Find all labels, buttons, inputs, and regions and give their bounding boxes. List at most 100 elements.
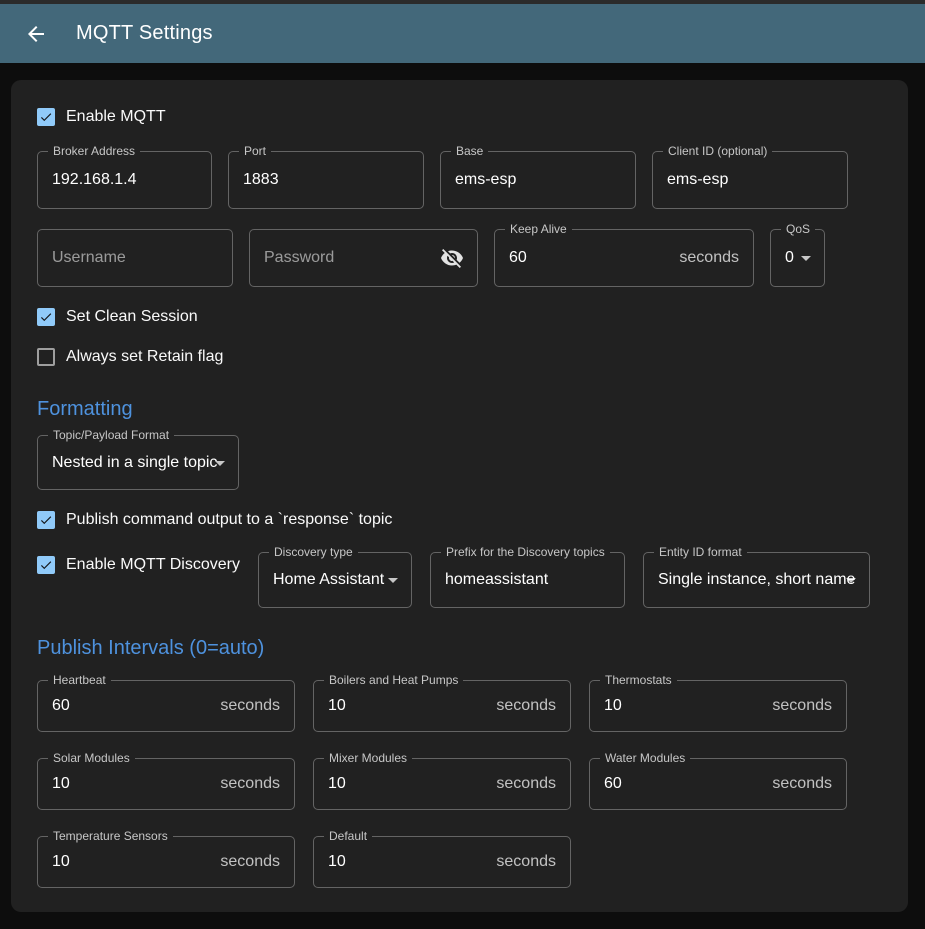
username-field bbox=[37, 229, 233, 287]
enable-mqtt-row: Enable MQTT bbox=[37, 107, 882, 127]
port-input[interactable] bbox=[229, 152, 423, 208]
solar-modules-label: Solar Modules bbox=[48, 751, 135, 766]
discovery-row: Enable MQTT Discovery Discovery type Hom… bbox=[37, 552, 882, 608]
password-field bbox=[249, 229, 478, 287]
intervals-grid: Heartbeat seconds Boilers and Heat Pumps… bbox=[37, 680, 882, 888]
clean-session-checkbox[interactable] bbox=[37, 308, 55, 326]
client-id-label: Client ID (optional) bbox=[663, 144, 772, 159]
checkmark-icon bbox=[39, 512, 53, 528]
heartbeat-field: Heartbeat seconds bbox=[37, 680, 295, 732]
back-button[interactable] bbox=[24, 22, 48, 46]
retain-flag-checkbox[interactable] bbox=[37, 348, 55, 366]
topic-payload-format-value: Nested in a single topic bbox=[38, 454, 217, 472]
broker-address-input[interactable] bbox=[38, 152, 211, 208]
discovery-type-select[interactable]: Discovery type Home Assistant bbox=[258, 552, 412, 608]
discovery-prefix-label: Prefix for the Discovery topics bbox=[441, 545, 610, 560]
water-modules-input[interactable] bbox=[590, 759, 772, 809]
boilers-label: Boilers and Heat Pumps bbox=[324, 673, 463, 688]
heartbeat-input[interactable] bbox=[38, 681, 220, 731]
checkmark-icon bbox=[39, 557, 53, 573]
thermostats-unit: seconds bbox=[772, 697, 846, 715]
keep-alive-field: Keep Alive seconds bbox=[494, 229, 754, 287]
thermostats-input[interactable] bbox=[590, 681, 772, 731]
clean-session-row: Set Clean Session bbox=[37, 307, 882, 327]
base-label: Base bbox=[451, 144, 488, 159]
enable-discovery-checkbox[interactable] bbox=[37, 556, 55, 574]
water-modules-label: Water Modules bbox=[600, 751, 690, 766]
default-interval-label: Default bbox=[324, 829, 372, 844]
port-label: Port bbox=[239, 144, 271, 159]
thermostats-field: Thermostats seconds bbox=[589, 680, 847, 732]
mixer-modules-field: Mixer Modules seconds bbox=[313, 758, 571, 810]
chevron-down-icon bbox=[839, 568, 863, 592]
mixer-modules-input[interactable] bbox=[314, 759, 496, 809]
password-input[interactable] bbox=[250, 230, 440, 286]
app-header: MQTT Settings bbox=[0, 4, 925, 63]
topic-format-row: Topic/Payload Format Nested in a single … bbox=[37, 435, 882, 490]
topic-payload-format-label: Topic/Payload Format bbox=[48, 428, 174, 443]
boilers-field: Boilers and Heat Pumps seconds bbox=[313, 680, 571, 732]
water-modules-unit: seconds bbox=[772, 775, 846, 793]
checkmark-icon bbox=[39, 309, 53, 325]
water-modules-field: Water Modules seconds bbox=[589, 758, 847, 810]
retain-flag-label: Always set Retain flag bbox=[66, 348, 223, 366]
client-id-field: Client ID (optional) bbox=[652, 151, 848, 209]
discovery-type-value: Home Assistant bbox=[259, 571, 384, 589]
qos-label: QoS bbox=[781, 222, 815, 237]
broker-address-field: Broker Address bbox=[37, 151, 212, 209]
default-interval-unit: seconds bbox=[496, 853, 570, 871]
enable-mqtt-label: Enable MQTT bbox=[66, 108, 166, 126]
solar-modules-input[interactable] bbox=[38, 759, 220, 809]
entity-id-format-label: Entity ID format bbox=[654, 545, 747, 560]
mixer-modules-unit: seconds bbox=[496, 775, 570, 793]
discovery-type-label: Discovery type bbox=[269, 545, 358, 560]
client-id-input[interactable] bbox=[653, 152, 847, 208]
clean-session-label: Set Clean Session bbox=[66, 308, 198, 326]
enable-mqtt-checkbox[interactable] bbox=[37, 108, 55, 126]
checkmark-icon bbox=[39, 109, 53, 125]
publish-intervals-heading: Publish Intervals (0=auto) bbox=[37, 636, 882, 660]
publish-response-checkbox[interactable] bbox=[37, 511, 55, 529]
temperature-sensors-input[interactable] bbox=[38, 837, 220, 887]
base-input[interactable] bbox=[441, 152, 635, 208]
qos-select[interactable]: QoS 0 bbox=[770, 229, 825, 287]
entity-id-format-select[interactable]: Entity ID format Single instance, short … bbox=[643, 552, 870, 608]
qos-value: 0 bbox=[771, 249, 794, 267]
boilers-unit: seconds bbox=[496, 697, 570, 715]
solar-modules-unit: seconds bbox=[220, 775, 294, 793]
mixer-modules-label: Mixer Modules bbox=[324, 751, 412, 766]
heartbeat-label: Heartbeat bbox=[48, 673, 111, 688]
keep-alive-unit: seconds bbox=[679, 249, 753, 267]
credentials-row: Keep Alive seconds QoS 0 bbox=[37, 229, 882, 287]
entity-id-format-value: Single instance, short name bbox=[644, 571, 855, 589]
keep-alive-label: Keep Alive bbox=[505, 222, 572, 237]
discovery-prefix-input[interactable] bbox=[431, 553, 624, 607]
broker-row: Broker Address Port Base Client ID (opti… bbox=[37, 151, 882, 209]
heartbeat-unit: seconds bbox=[220, 697, 294, 715]
settings-card: Enable MQTT Broker Address Port Base Cli… bbox=[11, 80, 908, 912]
solar-modules-field: Solar Modules seconds bbox=[37, 758, 295, 810]
chevron-down-icon bbox=[208, 451, 232, 475]
temperature-sensors-label: Temperature Sensors bbox=[48, 829, 173, 844]
username-input[interactable] bbox=[38, 230, 232, 286]
default-interval-input[interactable] bbox=[314, 837, 496, 887]
publish-response-label: Publish command output to a `response` t… bbox=[66, 511, 392, 529]
temperature-sensors-unit: seconds bbox=[220, 853, 294, 871]
broker-address-label: Broker Address bbox=[48, 144, 140, 159]
temperature-sensors-field: Temperature Sensors seconds bbox=[37, 836, 295, 888]
page-title: MQTT Settings bbox=[76, 22, 213, 45]
default-interval-field: Default seconds bbox=[313, 836, 571, 888]
formatting-heading: Formatting bbox=[37, 397, 882, 421]
base-field: Base bbox=[440, 151, 636, 209]
back-arrow-icon bbox=[24, 22, 48, 46]
toggle-password-visibility-button[interactable] bbox=[440, 246, 464, 270]
keep-alive-input[interactable] bbox=[495, 230, 679, 286]
visibility-off-icon bbox=[440, 246, 464, 270]
discovery-fields: Discovery type Home Assistant Prefix for… bbox=[258, 552, 870, 608]
boilers-input[interactable] bbox=[314, 681, 496, 731]
topic-payload-format-select[interactable]: Topic/Payload Format Nested in a single … bbox=[37, 435, 239, 490]
chevron-down-icon bbox=[381, 568, 405, 592]
publish-response-row: Publish command output to a `response` t… bbox=[37, 510, 882, 530]
port-field: Port bbox=[228, 151, 424, 209]
chevron-down-icon bbox=[794, 246, 818, 270]
